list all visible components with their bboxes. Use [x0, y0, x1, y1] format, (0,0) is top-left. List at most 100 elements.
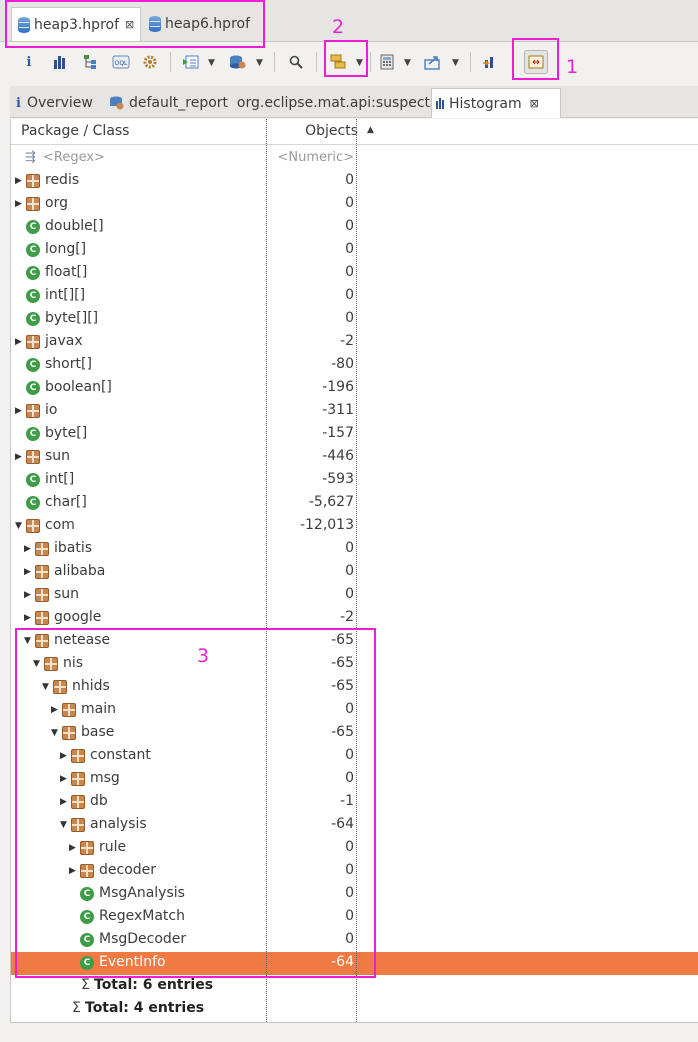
row-name: double[] — [45, 218, 104, 234]
package-icon — [26, 404, 40, 418]
row-name: char[] — [45, 494, 87, 510]
table-row[interactable]: Cbyte[] -157 — [11, 423, 698, 446]
sort-ascending-icon: ▲ — [367, 125, 374, 135]
row-name: byte[][] — [45, 310, 99, 326]
chevron-down-icon[interactable]: ▼ — [256, 58, 263, 68]
package-icon — [35, 588, 49, 602]
table-header: Package / Class Objects ▲ — [11, 119, 698, 145]
class-icon: C — [26, 427, 40, 441]
heap-dump-overview-button[interactable] — [139, 51, 161, 73]
row-objects-value: -446 — [322, 448, 354, 464]
collapse-arrow-icon[interactable]: ▶ — [15, 406, 22, 416]
table-row[interactable]: ▶ alibaba 0 — [11, 561, 698, 584]
search-button[interactable] — [285, 51, 307, 73]
table-row[interactable]: Clong[] 0 — [11, 239, 698, 262]
toolbar-separator — [470, 52, 471, 72]
class-icon: C — [26, 358, 40, 372]
tab-histogram[interactable]: Histogram ⊠ — [431, 88, 561, 118]
table-row[interactable]: ▶ io -311 — [11, 400, 698, 423]
query-browser-button[interactable] — [227, 51, 249, 73]
row-objects-value: -2 — [340, 333, 354, 349]
calculate-retained-button[interactable] — [376, 51, 398, 73]
package-icon — [26, 197, 40, 211]
oql-icon: OQL — [112, 55, 130, 69]
row-name: short[] — [45, 356, 92, 372]
calculator-icon — [380, 54, 394, 70]
annotation-number: 1 — [566, 56, 579, 78]
chevron-down-icon[interactable]: ▼ — [208, 58, 215, 68]
tab-label: Histogram — [449, 95, 522, 112]
export-button[interactable] — [422, 51, 444, 73]
table-row[interactable]: ▶ sun -446 — [11, 446, 698, 469]
table-row[interactable]: ▶ org 0 — [11, 193, 698, 216]
svg-text:OQL: OQL — [115, 60, 128, 67]
row-objects-value: 0 — [345, 241, 354, 257]
info-icon[interactable]: i — [18, 51, 40, 73]
package-icon — [26, 450, 40, 464]
collapse-arrow-icon[interactable]: ▶ — [15, 199, 22, 209]
collapse-arrow-icon[interactable]: ▶ — [15, 176, 22, 186]
package-icon — [35, 565, 49, 579]
table-row[interactable]: Cint[][] 0 — [11, 285, 698, 308]
tab-default-report[interactable]: default_report org.eclipse.mat.api:suspe… — [105, 88, 441, 118]
numeric-filter-input[interactable]: <Numeric> — [277, 150, 354, 165]
table-row[interactable]: ▶ sun 0 — [11, 584, 698, 607]
row-objects-value: 0 — [345, 586, 354, 602]
toolbar-separator — [170, 52, 171, 72]
compare-chart-icon — [483, 57, 493, 68]
row-objects-value: -593 — [322, 471, 354, 487]
collapse-arrow-icon[interactable]: ▶ — [24, 590, 31, 600]
annotation-number: 3 — [197, 645, 210, 667]
table-row[interactable]: ▶ google -2 — [11, 607, 698, 630]
table-row[interactable]: Cshort[] -80 — [11, 354, 698, 377]
chevron-down-icon[interactable]: ▼ — [452, 58, 459, 68]
package-icon — [26, 519, 40, 533]
table-row[interactable]: Cfloat[] 0 — [11, 262, 698, 285]
report-icon — [183, 55, 199, 69]
collapse-arrow-icon[interactable]: ▶ — [24, 544, 31, 554]
collapse-arrow-icon[interactable]: ▶ — [15, 452, 22, 462]
collapse-arrow-icon[interactable]: ▶ — [24, 567, 31, 577]
row-objects-value: 0 — [345, 218, 354, 234]
table-row[interactable]: Cdouble[] 0 — [11, 216, 698, 239]
table-row[interactable]: Cbyte[][] 0 — [11, 308, 698, 331]
compare-button[interactable] — [480, 51, 502, 73]
histogram-button[interactable] — [48, 51, 70, 73]
bar-chart-icon — [436, 98, 444, 109]
row-name: com — [45, 517, 75, 533]
oql-button[interactable]: OQL — [110, 51, 132, 73]
table-row[interactable]: ▶ redis 0 — [11, 170, 698, 193]
table-row[interactable]: Cint[] -593 — [11, 469, 698, 492]
row-name: org — [45, 195, 68, 211]
package-icon — [26, 335, 40, 349]
annotation-box-netease-subtree — [15, 628, 376, 978]
collapse-arrow-icon[interactable]: ▶ — [24, 613, 31, 623]
row-objects-value: -311 — [322, 402, 354, 418]
table-row[interactable]: ▶ javax -2 — [11, 331, 698, 354]
table-row[interactable]: Cchar[] -5,627 — [11, 492, 698, 515]
table-row[interactable]: ▼ com -12,013 — [11, 515, 698, 538]
tree-icon — [84, 55, 96, 69]
expand-arrow-icon[interactable]: ▼ — [15, 521, 22, 531]
gear-icon — [143, 55, 157, 69]
package-icon — [35, 611, 49, 625]
dominator-tree-button[interactable] — [79, 51, 101, 73]
table-row[interactable]: ▶ ibatis 0 — [11, 538, 698, 561]
regex-filter-input[interactable]: <Regex> — [43, 150, 105, 165]
chevron-down-icon[interactable]: ▼ — [404, 58, 411, 68]
row-name: sun — [45, 448, 71, 464]
table-row[interactable]: Cboolean[] -196 — [11, 377, 698, 400]
column-header-package-class[interactable]: Package / Class — [21, 123, 129, 139]
filter-row[interactable]: ⇶ <Regex> <Numeric> — [11, 147, 698, 170]
run-report-button[interactable] — [180, 51, 202, 73]
row-name: float[] — [45, 264, 88, 280]
export-icon — [424, 56, 440, 70]
column-header-objects[interactable]: Objects — [305, 123, 358, 139]
close-icon[interactable]: ⊠ — [530, 97, 539, 110]
tab-overview[interactable]: i Overview — [12, 88, 97, 118]
row-objects-value: -5,627 — [308, 494, 354, 510]
collapse-arrow-icon[interactable]: ▶ — [15, 337, 22, 347]
sigma-icon: Σ — [72, 1000, 81, 1016]
row-name: Total: 4 entries — [85, 1000, 205, 1016]
row-objects-value: 0 — [345, 172, 354, 188]
